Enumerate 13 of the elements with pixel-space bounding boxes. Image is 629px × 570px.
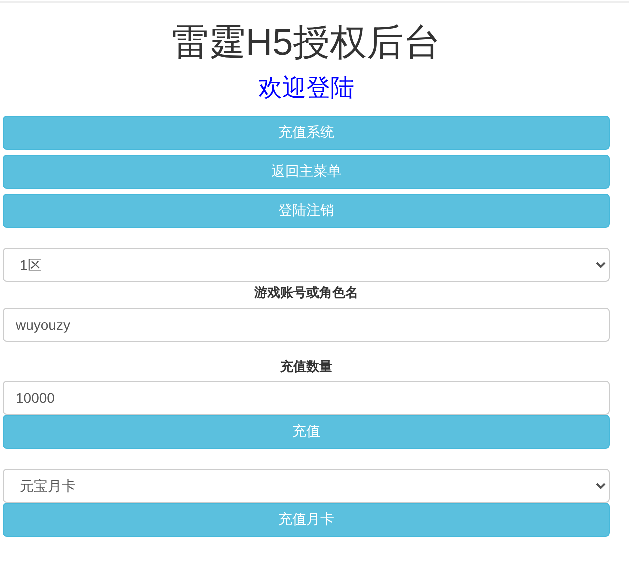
account-field[interactable]: wuyouzy (3, 308, 610, 342)
recharge-card-button[interactable]: 充值月卡 (3, 503, 610, 537)
nav-button[interactable]: 充值系统 (3, 116, 610, 150)
card-select[interactable]: 元宝月卡 (3, 469, 610, 503)
welcome-heading: 欢迎登陆 (258, 74, 356, 104)
nav-button[interactable]: 返回主菜单 (3, 155, 610, 189)
nav-button[interactable]: 登陆注销 (3, 194, 610, 228)
amount-field[interactable]: 10000 (3, 381, 610, 415)
page-title: 雷霆H5授权后台 (170, 21, 442, 65)
field-label: 充值数量 (280, 358, 334, 376)
server-select[interactable]: 1区 (3, 248, 610, 282)
recharge-button[interactable]: 充值 (3, 415, 610, 449)
field-label: 游戏账号或角色名 (254, 284, 360, 302)
